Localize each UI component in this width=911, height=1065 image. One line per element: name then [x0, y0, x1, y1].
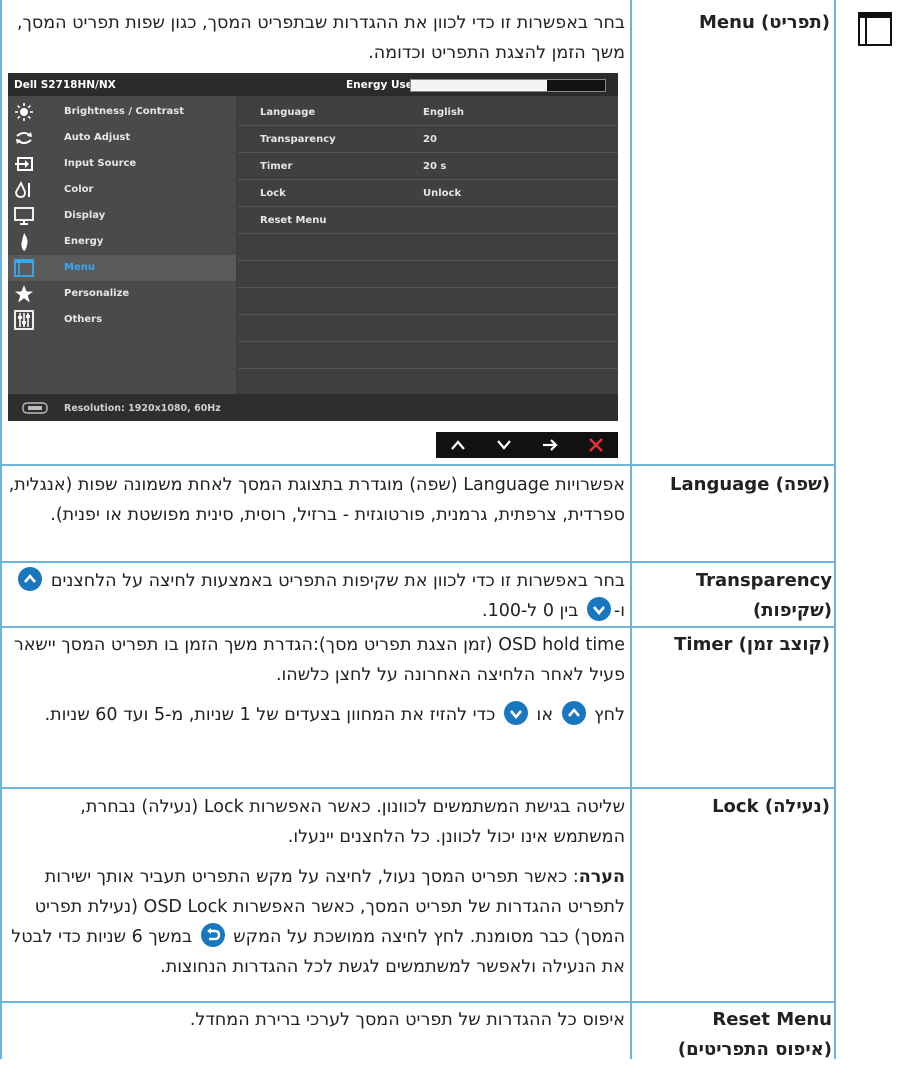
row-label-language: Language (שפה) [670, 474, 830, 495]
up-button-icon [561, 701, 586, 725]
row-divider [0, 787, 836, 789]
osd-menu-label: Menu [64, 262, 95, 273]
osd-setting-row-empty [238, 342, 618, 369]
energy-icon [21, 233, 28, 251]
row-divider [0, 1001, 836, 1003]
osd-setting-row-empty [238, 234, 618, 261]
row-divider [0, 464, 836, 466]
right-arrow-icon[interactable] [528, 432, 572, 458]
osd-setting-row[interactable]: Language English [238, 99, 618, 126]
row-desc-language: אפשרויות Language (שפה) מוגדרת בתצוגת המ… [8, 475, 625, 525]
osd-setting-row-empty [238, 261, 618, 288]
osd-menu-label: Display [64, 210, 106, 221]
timer-paragraph: OSD hold time (זמן הצגת תפריט מסך):הגדרת… [13, 635, 625, 685]
osd-menu-item-energy[interactable]: Energy [8, 229, 236, 255]
osd-menu-label: Input Source [64, 158, 137, 169]
row-label-reset: Reset Menu (איפוס התפריטים) [677, 1009, 832, 1060]
table-divider-label [834, 0, 836, 1059]
osd-setting-row[interactable]: Reset Menu [238, 207, 618, 234]
close-icon[interactable] [574, 432, 618, 458]
osd-menu-item-auto-adjust[interactable]: Auto Adjust [8, 125, 236, 151]
back-button-icon [200, 923, 225, 947]
osd-setting-row-empty [238, 288, 618, 315]
osd-setting-value: 20 s [423, 161, 447, 172]
row-desc-reset: איפוס כל ההגדרות של תפריט המסך לערכי ברי… [189, 1010, 625, 1030]
row-desc-lock: שליטה בגישת המשתמשים לכוונון. כאשר האפשר… [5, 792, 625, 992]
brightness-icon [15, 103, 33, 121]
input-source-icon [15, 157, 33, 171]
osd-menu-label: Others [64, 314, 103, 325]
auto-adjust-icon [16, 132, 32, 144]
row-desc-transparency: בחר באפשרות זו כדי לכוון את שקיפות התפרי… [5, 566, 625, 626]
osd-settings-panel: Language English Transparency 20 Timer 2… [238, 96, 618, 394]
osd-menu-item-personalize[interactable]: Personalize [8, 281, 236, 307]
osd-menu-label: Brightness / Contrast [64, 106, 184, 117]
timer-paragraph: לחץ או כדי להזיז את המחוון בצעדים של 1 ש… [5, 700, 625, 730]
display-icon [14, 207, 34, 225]
osd-footer: Resolution: 1920x1080, 60Hz [8, 394, 618, 421]
star-icon [15, 285, 33, 303]
row-divider [0, 626, 836, 628]
table-border-left [0, 0, 2, 1059]
osd-menu-label: Energy [64, 236, 104, 247]
osd-menu-label: Auto Adjust [64, 132, 131, 143]
osd-setting-row-empty [238, 315, 618, 342]
row-label-transparency: Transparency (שקיפות) [695, 570, 832, 621]
osd-setting-key: Language [260, 107, 316, 118]
osd-setting-row[interactable]: Transparency 20 [238, 126, 618, 153]
osd-menu-item-color[interactable]: Color [8, 177, 236, 203]
osd-menu-item-others[interactable]: Others [8, 307, 236, 333]
menu-section-icon [858, 12, 892, 50]
osd-setting-row[interactable]: Timer 20 s [238, 153, 618, 180]
osd-setting-value: 20 [423, 134, 437, 145]
osd-setting-value: Unlock [423, 188, 462, 199]
osd-setting-key: Lock [260, 188, 286, 199]
up-button-icon [18, 567, 43, 591]
osd-menu-label: Color [64, 184, 94, 195]
osd-setting-key: Reset Menu [260, 215, 327, 226]
osd-menu-item-brightness[interactable]: Brightness / Contrast [8, 99, 236, 125]
lock-note: הערה: כאשר תפריט המסך נעול, לחיצה על מקש… [11, 867, 625, 977]
color-icon [15, 180, 30, 198]
osd-menu-item-display[interactable]: Display [8, 203, 236, 229]
up-arrow-icon[interactable] [436, 432, 480, 458]
osd-setting-row[interactable]: Lock Unlock [238, 180, 618, 207]
osd-menu-label: Personalize [64, 288, 130, 299]
lock-paragraph: שליטה בגישת המשתמשים לכוונון. כאשר האפשר… [80, 797, 625, 847]
osd-setting-key: Timer [260, 161, 293, 172]
row-label-menu: Menu (תפריט) [699, 12, 830, 33]
energy-meter [410, 79, 606, 92]
row-divider [0, 561, 836, 563]
row-label-lock: Lock (נעילה) [712, 796, 830, 817]
osd-menu-item-input-source[interactable]: Input Source [8, 151, 236, 177]
row-desc-timer: OSD hold time (זמן הצגת תפריט מסך):הגדרת… [5, 630, 625, 740]
down-arrow-icon[interactable] [482, 432, 526, 458]
row-desc-menu: בחר באפשרות זו כדי לכוון את ההגדרות שבתפ… [16, 13, 625, 63]
table-divider-desc [630, 0, 632, 1059]
osd-setting-value: English [423, 107, 465, 118]
row-label-timer: Timer (קוצב זמן) [674, 634, 830, 655]
osd-screenshot: Dell S2718HN/NX Energy Use Brightness / … [8, 73, 618, 421]
osd-menu-item-menu[interactable]: Menu [8, 255, 236, 281]
down-button-icon [586, 597, 611, 621]
osd-resolution: Resolution: 1920x1080, 60Hz [64, 403, 221, 414]
resolution-icon [22, 402, 48, 414]
down-button-icon [503, 701, 528, 725]
osd-navigation-bar [436, 432, 618, 458]
osd-energy-label: Energy Use [346, 79, 413, 91]
osd-header: Dell S2718HN/NX Energy Use [8, 73, 618, 96]
osd-setting-key: Transparency [260, 134, 336, 145]
others-icon [14, 310, 34, 330]
osd-menu-list: Brightness / Contrast Auto Adjust Input … [8, 96, 236, 394]
menu-icon [14, 259, 34, 277]
osd-model: Dell S2718HN/NX [14, 79, 116, 91]
